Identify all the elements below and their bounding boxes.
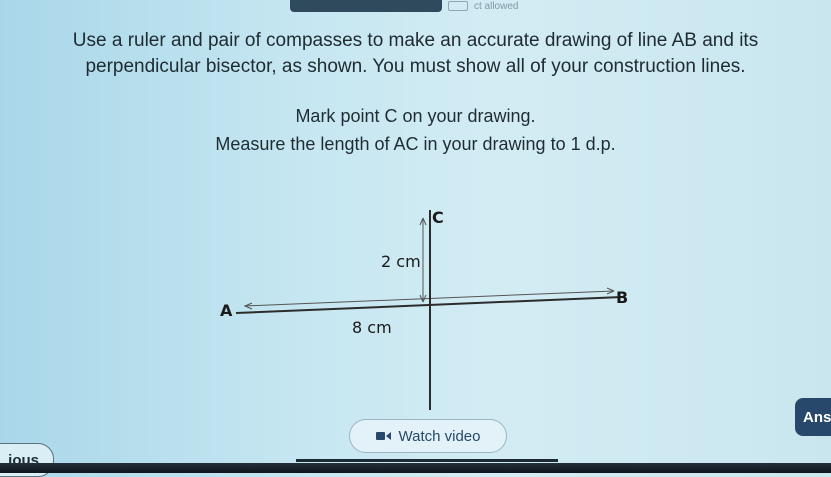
answer-button-label: Ans xyxy=(803,408,831,426)
label-b: B xyxy=(616,288,628,307)
label-a: A xyxy=(220,301,233,320)
length-label-c: 2 cm xyxy=(381,252,421,271)
answer-button[interactable]: Ans xyxy=(795,398,831,436)
length-label-ab: 8 cm xyxy=(352,318,392,337)
construction-diagram: A B C 8 cm 2 cm xyxy=(220,208,628,410)
screen-bezel xyxy=(0,463,831,473)
video-camera-icon xyxy=(375,432,391,440)
watch-video-button[interactable]: Watch video xyxy=(349,419,507,453)
watch-video-label: Watch video xyxy=(398,427,481,445)
bottom-divider xyxy=(296,459,558,462)
label-c: C xyxy=(432,208,444,227)
